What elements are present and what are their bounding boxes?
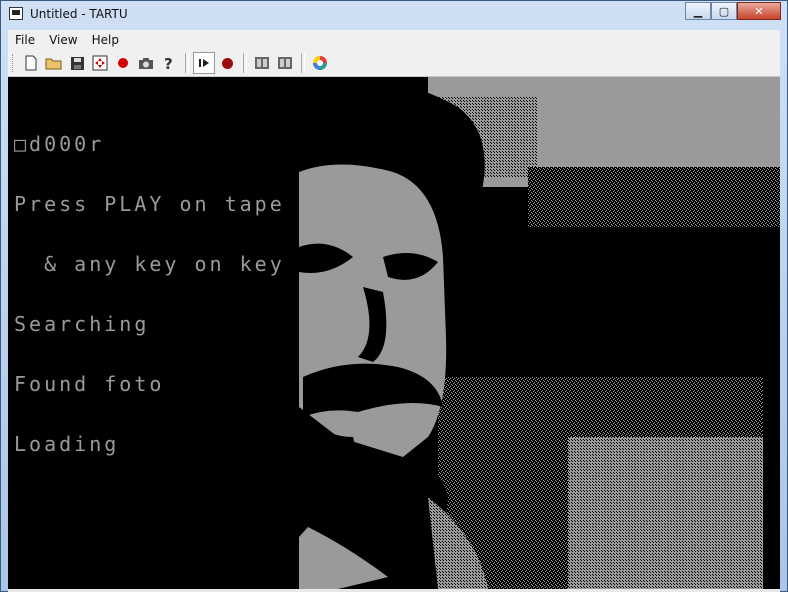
open-folder-icon[interactable]	[43, 52, 65, 74]
console-line: Found foto	[14, 372, 165, 396]
console-line: Loading	[14, 432, 120, 456]
toolbar-grip[interactable]	[12, 54, 16, 72]
menu-bar: File View Help	[8, 30, 780, 51]
tape-load-icon[interactable]	[251, 52, 273, 74]
app-icon[interactable]	[9, 7, 23, 20]
tape-record-icon[interactable]	[216, 52, 238, 74]
console-line: □d000r	[14, 132, 105, 156]
save-icon[interactable]	[66, 52, 88, 74]
toolbar-separator	[301, 53, 305, 73]
camera-icon[interactable]	[135, 52, 157, 74]
close-button[interactable]: ✕	[737, 2, 781, 20]
app-window: Untitled - TARTU ▁ ▢ ✕ File View Help ?	[0, 0, 788, 592]
tape-save-icon[interactable]	[274, 52, 296, 74]
console-output: □d000r Press PLAY on tape & any key on k…	[14, 94, 285, 494]
play-icon[interactable]	[193, 52, 215, 74]
menu-help[interactable]: Help	[85, 33, 126, 47]
help-icon[interactable]: ?	[158, 52, 180, 74]
palette-icon[interactable]	[309, 52, 331, 74]
console-line: & any key on key	[14, 252, 285, 276]
record-icon[interactable]	[112, 52, 134, 74]
fullscreen-icon[interactable]	[89, 52, 111, 74]
title-bar[interactable]: Untitled - TARTU ▁ ▢ ✕	[1, 1, 787, 30]
minimize-button[interactable]: ▁	[685, 2, 711, 20]
window-title: Untitled - TARTU	[30, 7, 128, 21]
new-file-icon[interactable]	[20, 52, 42, 74]
toolbar: ?	[8, 50, 780, 77]
toolbar-separator	[243, 53, 247, 73]
menu-view[interactable]: View	[42, 33, 84, 47]
menu-file[interactable]: File	[8, 33, 42, 47]
console-line: Press PLAY on tape	[14, 192, 285, 216]
maximize-button[interactable]: ▢	[711, 2, 737, 20]
console-line: Searching	[14, 312, 150, 336]
emulator-screen[interactable]: □d000r Press PLAY on tape & any key on k…	[8, 77, 780, 589]
toolbar-separator	[185, 53, 189, 73]
svg-text:?: ?	[164, 55, 173, 71]
